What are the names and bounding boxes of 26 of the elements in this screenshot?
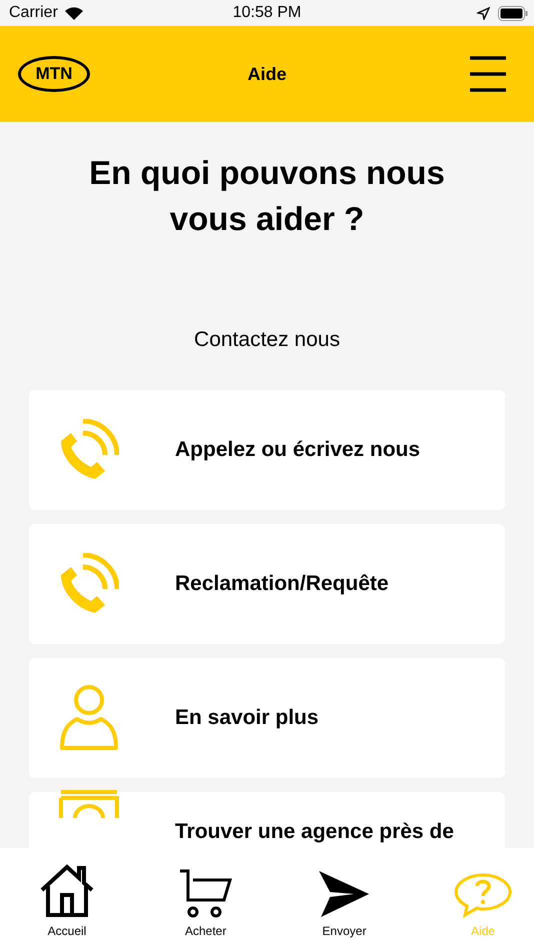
carrier-label: Carrier [9, 4, 58, 22]
person-icon [59, 684, 119, 752]
cart-icon [178, 868, 233, 918]
menu-button[interactable] [470, 56, 506, 92]
help-option-card[interactable]: Trouver une agence près de [29, 792, 505, 848]
tab-item[interactable]: Envoyer [307, 864, 382, 950]
help-option-card[interactable]: Appelez ou écrivez nous [29, 390, 505, 510]
battery-icon [498, 6, 528, 20]
page-title: Aide [247, 64, 286, 84]
help-option-card[interactable]: En savoir plus [29, 658, 505, 778]
send-icon [318, 870, 370, 918]
help-option-card[interactable]: Reclamation/Requête [29, 524, 505, 644]
tab-item[interactable]: Accueil [30, 864, 104, 950]
tab-item[interactable]: Acheter [168, 864, 243, 950]
phone-icon [59, 419, 119, 481]
help-bubble-icon [452, 872, 513, 918]
logo: MTN [18, 56, 90, 92]
phone-icon [59, 553, 119, 615]
menu-icon [470, 56, 506, 92]
location-arrow-icon [477, 6, 490, 20]
wifi-icon [64, 6, 84, 20]
home-icon [39, 864, 95, 918]
building-icon [59, 790, 119, 818]
clock-time: 10:58 PM [232, 4, 302, 21]
section-title: Contactez nous [193, 328, 341, 352]
page-heading: En quoi pouvons nous vous aider ? [88, 153, 446, 239]
